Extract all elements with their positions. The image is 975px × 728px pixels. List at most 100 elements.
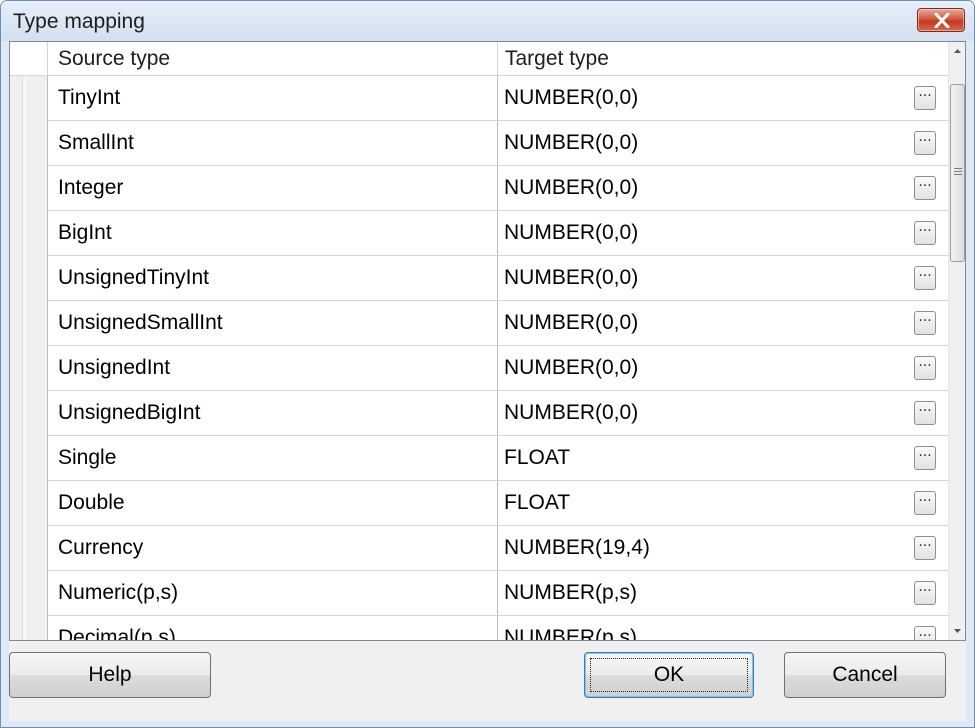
target-type-value: NUMBER(0,0) (504, 401, 639, 424)
row-indicator[interactable] (10, 481, 48, 526)
source-type-cell[interactable]: Integer (48, 166, 498, 210)
row-indicator[interactable] (10, 166, 48, 211)
source-type-cell[interactable]: Numeric(p,s) (48, 571, 498, 615)
target-type-cell[interactable]: NUMBER(p,s) ··· (498, 571, 948, 615)
row-indicator[interactable] (10, 571, 48, 616)
target-type-value: NUMBER(0,0) (504, 131, 639, 154)
table-row[interactable]: Currency NUMBER(19,4) ··· (10, 526, 948, 571)
thumb-grip-line (954, 171, 962, 172)
source-type-cell[interactable]: UnsignedTinyInt (48, 256, 498, 300)
row-indicator[interactable] (10, 346, 48, 391)
target-type-cell[interactable]: NUMBER(0,0) ··· (498, 166, 948, 210)
target-type-cell[interactable]: NUMBER(0,0) ··· (498, 301, 948, 345)
target-type-value: NUMBER(0,0) (504, 221, 639, 244)
table-row[interactable]: Integer NUMBER(0,0) ··· (10, 166, 948, 211)
target-type-value: FLOAT (504, 446, 571, 469)
ellipsis-button[interactable]: ··· (914, 401, 936, 425)
target-type-cell[interactable]: NUMBER(0,0) ··· (498, 76, 948, 120)
row-indicator[interactable] (10, 121, 48, 166)
target-type-cell[interactable]: FLOAT ··· (498, 481, 948, 525)
window-title: Type mapping (13, 10, 145, 33)
table-row[interactable]: UnsignedSmallInt NUMBER(0,0) ··· (10, 301, 948, 346)
cancel-button-label: Cancel (832, 663, 898, 686)
target-type-cell[interactable]: NUMBER(0,0) ··· (498, 211, 948, 255)
target-type-value: NUMBER(19,4) (504, 536, 650, 559)
target-type-cell[interactable]: NUMBER(0,0) ··· (498, 391, 948, 435)
row-indicator[interactable] (10, 256, 48, 301)
scroll-down-arrow-icon[interactable] (949, 622, 965, 640)
type-mapping-dialog: Type mapping Source type Target type Tin… (0, 0, 975, 728)
row-indicator[interactable] (10, 211, 48, 256)
ellipsis-button[interactable]: ··· (914, 581, 936, 605)
ellipsis-button[interactable]: ··· (914, 266, 936, 290)
row-indicator[interactable] (10, 391, 48, 436)
ok-button[interactable]: OK (584, 652, 754, 698)
help-button[interactable]: Help (9, 652, 211, 698)
table-row[interactable]: Decimal(p,s) NUMBER(p,s) ··· (10, 616, 948, 640)
table-row[interactable]: SmallInt NUMBER(0,0) ··· (10, 121, 948, 166)
ellipsis-button[interactable]: ··· (914, 446, 936, 470)
thumb-grip-line (954, 168, 962, 169)
ellipsis-button[interactable]: ··· (914, 491, 936, 515)
type-mapping-grid: Source type Target type TinyInt NUMBER(0,… (9, 41, 966, 641)
target-type-cell[interactable]: NUMBER(19,4) ··· (498, 526, 948, 570)
target-type-cell[interactable]: NUMBER(0,0) ··· (498, 346, 948, 390)
source-type-cell[interactable]: UnsignedInt (48, 346, 498, 390)
source-type-cell[interactable]: UnsignedBigInt (48, 391, 498, 435)
row-indicator[interactable] (10, 526, 48, 571)
source-type-cell[interactable]: Double (48, 481, 498, 525)
row-indicator[interactable] (10, 616, 48, 640)
table-row[interactable]: TinyInt NUMBER(0,0) ··· (10, 76, 948, 121)
header-indicator-cell (10, 42, 48, 76)
table-row[interactable]: Double FLOAT ··· (10, 481, 948, 526)
source-type-cell[interactable]: Decimal(p,s) (48, 616, 498, 640)
target-type-value: NUMBER(0,0) (504, 86, 639, 109)
ellipsis-button[interactable]: ··· (914, 626, 936, 640)
help-button-label: Help (88, 663, 132, 686)
table-row[interactable]: UnsignedBigInt NUMBER(0,0) ··· (10, 391, 948, 436)
target-type-value: NUMBER(0,0) (504, 266, 639, 289)
source-type-cell[interactable]: UnsignedSmallInt (48, 301, 498, 345)
ellipsis-button[interactable]: ··· (914, 221, 936, 245)
source-type-cell[interactable]: Currency (48, 526, 498, 570)
grid-rows: TinyInt NUMBER(0,0) ··· SmallInt NUMBER(0,0)… (10, 76, 948, 640)
scroll-thumb[interactable] (950, 84, 965, 262)
target-type-cell[interactable]: FLOAT ··· (498, 436, 948, 480)
ellipsis-button[interactable]: ··· (914, 311, 936, 335)
close-button[interactable] (917, 8, 965, 32)
target-type-value: FLOAT (504, 491, 571, 514)
target-type-cell[interactable]: NUMBER(p,s) ··· (498, 616, 948, 640)
row-indicator[interactable] (10, 436, 48, 481)
table-row[interactable]: Single FLOAT ··· (10, 436, 948, 481)
dialog-client-area: Source type Target type TinyInt NUMBER(0,… (9, 41, 966, 721)
column-header-source-type[interactable]: Source type (48, 42, 498, 76)
target-type-value: NUMBER(p,s) (504, 626, 638, 640)
table-row[interactable]: BigInt NUMBER(0,0) ··· (10, 211, 948, 256)
ellipsis-button[interactable]: ··· (914, 131, 936, 155)
target-type-value: NUMBER(0,0) (504, 356, 639, 379)
title-bar[interactable]: Type mapping (1, 1, 974, 41)
table-row[interactable]: UnsignedTinyInt NUMBER(0,0) ··· (10, 256, 948, 301)
vertical-scrollbar[interactable] (948, 42, 965, 640)
source-type-cell[interactable]: TinyInt (48, 76, 498, 120)
target-type-value: NUMBER(0,0) (504, 176, 639, 199)
ellipsis-button[interactable]: ··· (914, 536, 936, 560)
target-type-cell[interactable]: NUMBER(0,0) ··· (498, 121, 948, 165)
table-row[interactable]: UnsignedInt NUMBER(0,0) ··· (10, 346, 948, 391)
ellipsis-button[interactable]: ··· (914, 176, 936, 200)
table-row[interactable]: Numeric(p,s) NUMBER(p,s) ··· (10, 571, 948, 616)
ellipsis-button[interactable]: ··· (914, 86, 936, 110)
source-type-cell[interactable]: SmallInt (48, 121, 498, 165)
cancel-button[interactable]: Cancel (784, 652, 946, 698)
thumb-grip-line (954, 174, 962, 175)
source-type-cell[interactable]: BigInt (48, 211, 498, 255)
row-indicator[interactable] (10, 301, 48, 346)
source-type-cell[interactable]: Single (48, 436, 498, 480)
row-indicator[interactable] (10, 76, 48, 121)
ellipsis-button[interactable]: ··· (914, 356, 936, 380)
close-x-icon (934, 13, 950, 28)
scroll-up-arrow-icon[interactable] (949, 42, 965, 60)
target-type-cell[interactable]: NUMBER(0,0) ··· (498, 256, 948, 300)
focus-rectangle (590, 658, 748, 692)
column-header-target-type[interactable]: Target type (498, 42, 948, 76)
